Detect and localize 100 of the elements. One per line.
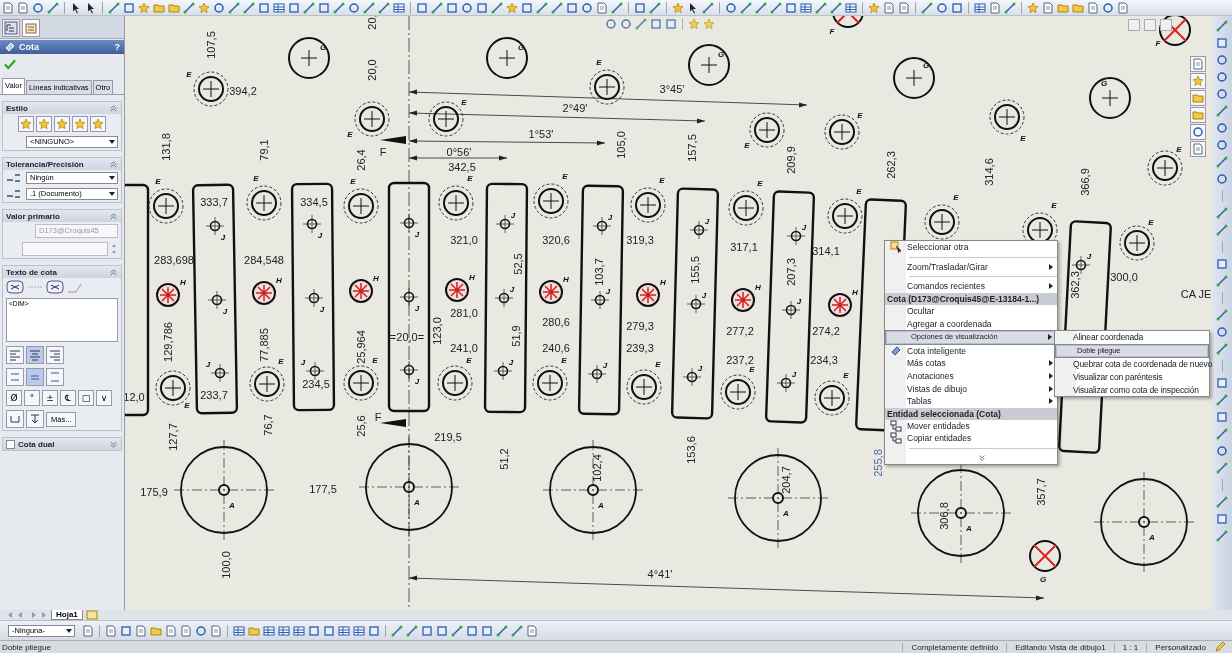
number-field[interactable] (22, 242, 108, 256)
document-icon[interactable] (17, 1, 29, 14)
line-icon[interactable] (1216, 275, 1228, 287)
star-icon[interactable] (672, 1, 684, 14)
square-icon[interactable] (521, 1, 533, 14)
circle-icon[interactable] (725, 1, 737, 14)
menu-item[interactable]: Visualizar como cota de inspección (1055, 383, 1209, 396)
line-icon[interactable] (921, 1, 933, 14)
folder-icon[interactable] (1057, 1, 1069, 14)
square-icon[interactable] (421, 624, 433, 637)
line-icon[interactable] (1216, 343, 1228, 355)
line-icon[interactable] (702, 1, 714, 14)
line-icon[interactable] (755, 1, 767, 14)
folder-icon[interactable] (1072, 1, 1084, 14)
document-icon[interactable] (898, 1, 910, 14)
star-icon[interactable] (56, 118, 68, 130)
circle-icon[interactable] (1192, 126, 1204, 138)
document-icon[interactable] (180, 624, 192, 637)
square-icon[interactable] (1216, 377, 1228, 389)
circle-icon[interactable] (348, 1, 360, 14)
line-icon[interactable] (496, 624, 508, 637)
folder-icon[interactable] (168, 1, 180, 14)
line-icon[interactable] (830, 1, 842, 14)
parentheses-icon[interactable] (6, 280, 24, 294)
menu-item[interactable]: Copiar entidades (885, 432, 1057, 445)
square-icon[interactable] (436, 624, 448, 637)
document-icon[interactable] (1042, 1, 1054, 14)
line-icon[interactable] (451, 624, 463, 637)
counterbore-icon[interactable] (6, 410, 24, 428)
table-icon[interactable] (393, 1, 405, 14)
square-icon[interactable] (318, 1, 330, 14)
square-icon[interactable] (416, 1, 428, 14)
circle-icon[interactable] (1216, 139, 1228, 151)
stack-icon[interactable] (6, 368, 24, 386)
circle-icon[interactable] (461, 1, 473, 14)
line-icon[interactable] (635, 18, 647, 30)
document-icon[interactable] (165, 624, 177, 637)
cursor-icon[interactable] (70, 1, 82, 14)
table-icon[interactable] (278, 624, 290, 637)
circle-icon[interactable] (605, 18, 617, 30)
help-button[interactable]: ? (114, 42, 120, 52)
table-icon[interactable] (263, 624, 275, 637)
square-icon[interactable] (308, 624, 320, 637)
document-icon[interactable] (1192, 143, 1204, 155)
line-icon[interactable] (1004, 1, 1016, 14)
line-icon[interactable] (740, 1, 752, 14)
star-icon[interactable] (138, 1, 150, 14)
circle-icon[interactable] (581, 1, 593, 14)
line-icon[interactable] (1216, 207, 1228, 219)
circle-icon[interactable] (620, 18, 632, 30)
collapse-icon[interactable] (109, 211, 118, 221)
table-icon[interactable] (293, 624, 305, 637)
check-icon[interactable] (4, 59, 16, 70)
section-header[interactable]: Texto de cota (3, 266, 121, 278)
document-icon[interactable] (135, 624, 147, 637)
circle-icon[interactable] (32, 1, 44, 14)
square-icon[interactable] (120, 624, 132, 637)
square-icon[interactable] (368, 624, 380, 637)
document-icon[interactable] (596, 1, 608, 14)
star-icon[interactable] (703, 18, 715, 30)
line-icon[interactable] (391, 624, 403, 637)
line-icon[interactable] (108, 1, 120, 14)
menu-item[interactable]: Más cotas (885, 357, 1057, 370)
symbol-button[interactable]: ± (42, 390, 58, 406)
symbol-button[interactable]: ℄ (60, 390, 76, 406)
menu-item[interactable]: Tablas (885, 394, 1057, 408)
folder-icon[interactable] (1192, 92, 1204, 104)
table-icon[interactable] (974, 1, 986, 14)
square-icon[interactable] (446, 1, 458, 14)
table-icon[interactable] (800, 1, 812, 14)
line-icon[interactable] (770, 1, 782, 14)
line-icon[interactable] (815, 1, 827, 14)
circle-icon[interactable] (1216, 71, 1228, 83)
line-icon[interactable] (228, 1, 240, 14)
star-icon[interactable] (868, 1, 880, 14)
line-icon[interactable] (333, 1, 345, 14)
line-icon[interactable] (536, 1, 548, 14)
square-icon[interactable] (634, 1, 646, 14)
line-icon[interactable] (183, 1, 195, 14)
align-right-icon[interactable] (46, 346, 64, 364)
line-icon[interactable] (406, 624, 418, 637)
square-icon[interactable] (258, 1, 270, 14)
circle-icon[interactable] (1216, 122, 1228, 134)
collapse-icon[interactable] (109, 103, 118, 113)
document-icon[interactable] (1117, 1, 1129, 14)
star-icon[interactable] (688, 18, 700, 30)
menu-item[interactable]: Mover entidades (885, 419, 1057, 433)
square-icon[interactable] (566, 1, 578, 14)
line-icon[interactable] (1216, 20, 1228, 32)
table-icon[interactable] (273, 1, 285, 14)
line-icon[interactable] (47, 1, 59, 14)
line-icon[interactable] (303, 1, 315, 14)
menu-item[interactable]: Anotaciones (885, 369, 1057, 383)
line-icon[interactable] (378, 1, 390, 14)
star-icon[interactable] (38, 118, 50, 130)
circle-icon[interactable] (1102, 1, 1114, 14)
square-icon[interactable] (785, 1, 797, 14)
document-icon[interactable] (105, 624, 117, 637)
menu-item[interactable]: Zoom/Trasladar/Girar (885, 260, 1057, 274)
expand-icon[interactable] (977, 453, 986, 462)
